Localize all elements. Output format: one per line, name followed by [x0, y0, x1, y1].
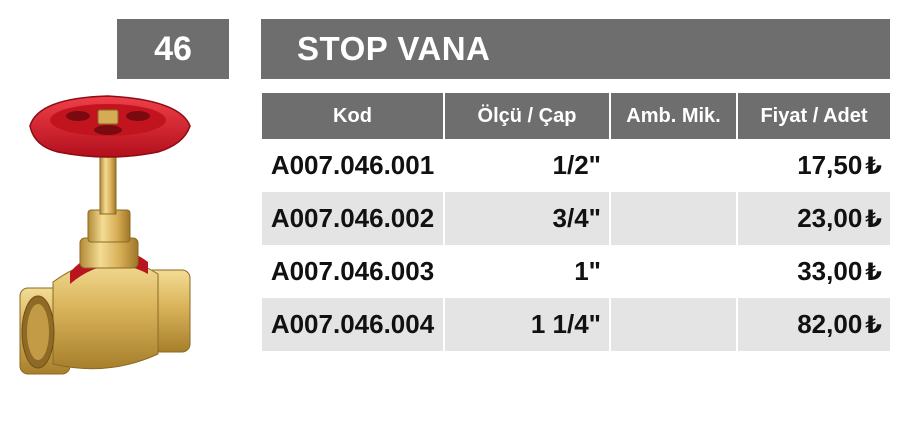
product-code: A007.046.004	[262, 298, 443, 351]
product-code: A007.046.003	[270, 256, 435, 286]
column-header-price: Fiyat / Adet	[738, 93, 890, 139]
price-value: 82,00	[797, 309, 863, 339]
column-header-size: Ölçü / Çap	[445, 93, 609, 139]
product-size: 3/4"	[445, 192, 609, 245]
unit-price: 82,00 ₺	[738, 298, 890, 351]
column-header-pack: Amb. Mik.	[611, 93, 736, 139]
gate-valve-icon	[19, 95, 191, 375]
table-row: A007.046.003 1" 33,00 ₺	[262, 245, 890, 298]
lira-icon: ₺	[865, 153, 882, 180]
lira-icon: ₺	[865, 312, 882, 339]
pack-quantity	[611, 298, 736, 351]
page-number: 46	[117, 19, 229, 79]
price-value: 23,00	[797, 203, 863, 233]
product-code: A007.046.001	[270, 150, 435, 180]
pack-quantity	[611, 192, 736, 245]
price-value: 17,50	[797, 150, 863, 180]
lira-icon: ₺	[865, 259, 882, 286]
table-header-row: Kod Ölçü / Çap Amb. Mik. Fiyat / Adet	[262, 93, 890, 139]
product-size: 1"	[574, 256, 601, 286]
column-header-code: Kod	[262, 93, 443, 139]
pack-quantity	[611, 245, 736, 298]
product-size: 1/2"	[552, 150, 601, 180]
price-table: Kod Ölçü / Çap Amb. Mik. Fiyat / Adet A0…	[260, 93, 892, 351]
product-code: A007.046.002	[262, 192, 443, 245]
table-row: A007.046.001 1/2" 17,50 ₺	[262, 139, 890, 192]
price-value: 33,00	[797, 256, 863, 286]
table-row: A007.046.002 3/4" 23,00 ₺	[262, 192, 890, 245]
unit-price: 23,00 ₺	[738, 192, 890, 245]
table-row: A007.046.004 1 1/4" 82,00 ₺	[262, 298, 890, 351]
unit-price: 17,50 ₺	[738, 139, 890, 192]
unit-price: 33,00 ₺	[738, 245, 890, 298]
pack-quantity	[611, 139, 736, 192]
lira-icon: ₺	[865, 206, 882, 233]
product-size: 1 1/4"	[445, 298, 609, 351]
product-title: STOP VANA	[261, 19, 890, 79]
